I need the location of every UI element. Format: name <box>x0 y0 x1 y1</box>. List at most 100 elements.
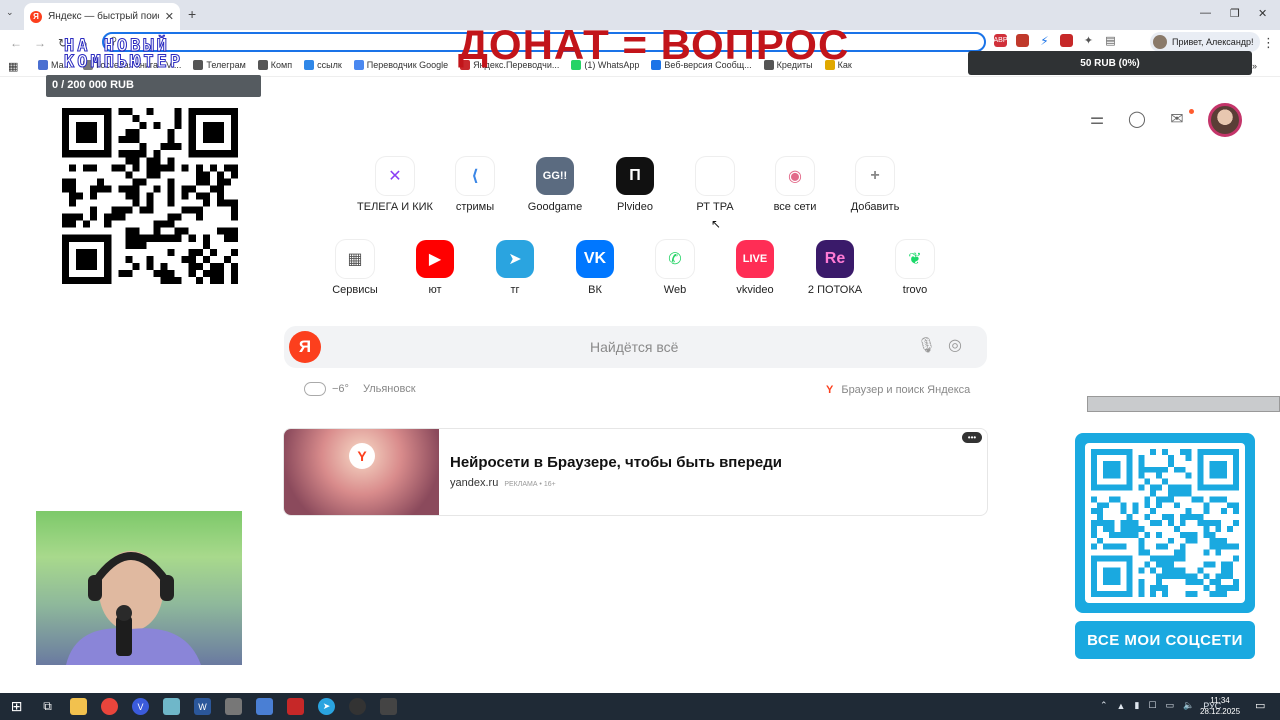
ad-image <box>284 429 439 515</box>
shortcut-tile[interactable]: GG!! Goodgame <box>515 157 595 213</box>
shortcut-label: Goodgame <box>527 201 583 213</box>
adblock-icon[interactable]: ABP <box>994 34 1008 47</box>
shortcut-tile[interactable]: ⟨ стримы <box>435 157 515 213</box>
battery-icon[interactable]: ▭ <box>1166 700 1175 711</box>
social-qr-card <box>1075 433 1255 613</box>
shortcut-tile[interactable]: ▶ ют <box>395 240 475 296</box>
shortcut-icon: Re <box>816 240 854 278</box>
bookmark-item[interactable]: Комп <box>257 60 293 70</box>
shortcut-tile[interactable]: ▦ Сервисы <box>315 240 395 296</box>
tabs-icon[interactable]: ▤ <box>1104 34 1117 47</box>
cloud-icon <box>304 382 326 396</box>
telegram-icon[interactable]: ➤ <box>318 698 335 715</box>
browser-promo-text: Браузер и поиск Яндекса <box>841 384 971 396</box>
shortcut-tile[interactable]: VK ВК <box>555 240 635 296</box>
browser-tab[interactable]: Я Яндекс — быстрый поиск в интернете ✕ <box>24 3 180 30</box>
profile-chip[interactable]: Привет, Александр! <box>1150 32 1260 52</box>
network-icon[interactable]: ▲ <box>1117 701 1126 711</box>
shortcut-label: все сети <box>773 201 817 213</box>
word-icon[interactable]: W <box>194 698 211 715</box>
file-explorer-icon[interactable] <box>70 698 87 715</box>
weather-widget[interactable]: −6° Ульяновск <box>304 382 416 396</box>
tray-chevron-icon[interactable]: ⌃ <box>1100 700 1108 711</box>
shortcut-tile[interactable]: РТ ТРА <box>675 157 755 213</box>
weather-city: Ульяновск <box>362 383 416 395</box>
mini-toolbar-strip <box>1087 396 1280 412</box>
ad-meta: yandex.ru РЕКЛАМА • 16+ <box>450 477 556 489</box>
browser-promo-link[interactable]: Y Браузер и поиск Яндекса <box>826 384 970 396</box>
volume-icon[interactable]: 🔈 <box>1183 700 1194 711</box>
camera-search-icon[interactable]: ◎ <box>948 335 962 355</box>
lightning-icon[interactable]: ⚡ <box>1038 34 1051 48</box>
app-icon[interactable] <box>163 698 180 715</box>
notification-icon[interactable]: ▭ <box>1255 699 1265 712</box>
bookmark-item[interactable]: Телеграм <box>193 60 246 70</box>
shortcut-tile[interactable]: П Plvideo <box>595 157 675 213</box>
puzzle-icon[interactable]: ✦ <box>1082 34 1095 47</box>
bookmark-icon <box>304 60 315 70</box>
apps-grid-icon[interactable]: ▦ <box>8 60 18 73</box>
yandex-browser-icon: Y <box>826 384 834 396</box>
profile-label: Привет, Александр! <box>1172 37 1254 47</box>
mail-icon[interactable]: ✉ <box>1166 108 1188 130</box>
shortcut-tile[interactable]: ✕ ТЕЛЕГА И КИК <box>355 157 435 213</box>
shortcut-icon: ⟨ <box>456 157 494 195</box>
usb-icon[interactable]: ▮ <box>1134 700 1139 711</box>
clock[interactable]: 11:34 28.12.2025 <box>1200 695 1240 717</box>
browser-menu-icon[interactable]: ⋮ <box>1262 35 1275 51</box>
extension-icon[interactable] <box>1016 34 1029 47</box>
minimize-icon[interactable]: — <box>1200 7 1211 19</box>
bookmark-item[interactable]: ссылк <box>304 60 342 70</box>
restore-icon[interactable]: ❐ <box>1230 7 1240 20</box>
new-tab-button[interactable]: + <box>188 6 196 22</box>
settings-sliders-icon[interactable]: ⚌ <box>1086 108 1108 130</box>
windows-start-icon[interactable]: ⊞ <box>8 698 25 715</box>
task-view-icon[interactable]: ⧉ <box>39 698 56 715</box>
tab-title: Яндекс — быстрый поиск в интернете <box>48 11 159 22</box>
forward-icon[interactable]: → <box>34 36 46 50</box>
app-icon-2[interactable] <box>225 698 242 715</box>
bookmark-label: Комп <box>270 60 293 70</box>
bookmarks-more[interactable]: » <box>1252 61 1257 71</box>
app-icon-4[interactable] <box>287 698 304 715</box>
bookmark-item[interactable]: Переводчик Google <box>353 60 448 70</box>
shortcut-tile[interactable]: ➤ тг <box>475 240 555 296</box>
tab-list-icon[interactable]: ⌄ <box>6 7 14 18</box>
record-icon[interactable] <box>1060 34 1073 47</box>
close-tab-icon[interactable]: ✕ <box>165 10 174 23</box>
chat-icon[interactable]: ☐ <box>1148 700 1156 711</box>
alice-icon[interactable]: ◯ <box>1126 108 1148 130</box>
ad-more-button[interactable]: ••• <box>962 432 982 443</box>
user-avatar[interactable] <box>1208 103 1242 137</box>
app-icon-5[interactable] <box>380 698 397 715</box>
shortcut-tile[interactable]: + Добавить <box>835 157 915 213</box>
shortcut-icon: ➤ <box>496 240 534 278</box>
close-window-icon[interactable]: ✕ <box>1258 7 1267 20</box>
browser-taskbar-icon[interactable] <box>101 698 118 715</box>
channel-logo-line2: КОМПЬЮТЕР <box>63 52 184 72</box>
shortcut-tile[interactable]: ◉ все сети <box>755 157 835 213</box>
v-app-icon[interactable]: V <box>132 698 149 715</box>
ad-title[interactable]: Нейросети в Браузере, чтобы быть впереди <box>450 454 782 471</box>
shortcut-tile[interactable]: LIVE vkvideo <box>715 240 795 296</box>
shortcut-icon: ◉ <box>776 157 814 195</box>
search-placeholder[interactable]: Найдётся всё <box>590 339 678 355</box>
taskbar-icons: ⊞ ⧉ V W ➤ <box>8 698 397 715</box>
back-icon[interactable]: ← <box>10 36 22 50</box>
qr-code-left <box>62 108 238 284</box>
shortcut-tile[interactable]: Re 2 ПОТОКА <box>795 240 875 296</box>
obs-icon[interactable] <box>349 698 366 715</box>
shortcut-label: ТЕЛЕГА И КИК <box>357 201 433 213</box>
shortcut-label: Web <box>663 284 687 296</box>
mail-badge <box>1189 109 1194 114</box>
weather-temp: −6° <box>332 383 349 395</box>
shortcut-icon: VK <box>576 240 614 278</box>
shortcut-tile[interactable]: ❦ trovo <box>875 240 955 296</box>
app-icon-3[interactable] <box>256 698 273 715</box>
clock-time: 11:34 <box>1210 696 1230 705</box>
mouse-cursor-icon: ↖ <box>711 217 722 231</box>
shortcut-tile[interactable]: ✆ Web <box>635 240 715 296</box>
shortcut-label: trovo <box>902 284 928 296</box>
shortcut-label: 2 ПОТОКА <box>807 284 863 296</box>
microphone-icon[interactable]: 🎙 <box>917 336 936 354</box>
